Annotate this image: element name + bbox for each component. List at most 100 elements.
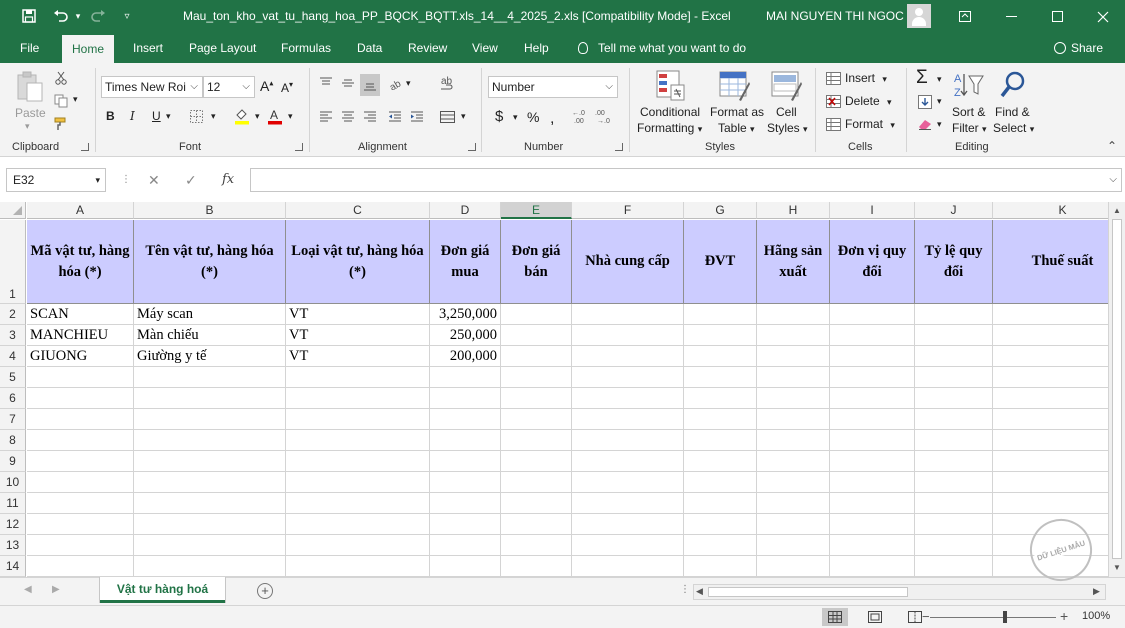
row-header-4[interactable]: 4 — [0, 346, 26, 367]
page-layout-view-icon[interactable] — [862, 608, 888, 626]
cell-b12[interactable] — [134, 514, 286, 535]
undo-dropdown-icon[interactable]: ▾ — [67, 6, 89, 26]
cell-a7[interactable] — [27, 409, 134, 430]
sort-filter-icon[interactable]: AZ — [952, 69, 986, 101]
cell-a8[interactable] — [27, 430, 134, 451]
header-cell-c[interactable]: Loại vật tư, hàng hóa (*) — [286, 220, 430, 304]
cell-d4[interactable]: 200,000 — [430, 346, 501, 367]
align-bottom-icon[interactable] — [360, 74, 380, 96]
cell-h7[interactable] — [757, 409, 830, 430]
cell-b3[interactable]: Màn chiếu — [134, 325, 286, 346]
cell-k11[interactable] — [993, 493, 1108, 514]
zoom-level[interactable]: 100% — [1082, 610, 1110, 622]
decrease-indent-icon[interactable] — [386, 108, 404, 126]
cell-b9[interactable] — [134, 451, 286, 472]
cell-f10[interactable] — [572, 472, 684, 493]
format-as-table-label-2[interactable]: Table ▾ — [718, 121, 755, 135]
cell-h4[interactable] — [757, 346, 830, 367]
cell-c10[interactable] — [286, 472, 430, 493]
find-select-label[interactable]: Find & — [995, 105, 1030, 119]
header-cell-d[interactable]: Đơn giá mua — [430, 220, 501, 304]
tab-review[interactable]: Review — [408, 33, 447, 63]
cell-f14[interactable] — [572, 556, 684, 577]
cell-c11[interactable] — [286, 493, 430, 514]
borders-dropdown-icon[interactable]: ▾ — [211, 111, 216, 122]
percent-style-button[interactable]: % — [527, 109, 539, 125]
cell-k5[interactable] — [993, 367, 1108, 388]
cell-i10[interactable] — [830, 472, 915, 493]
cell-i7[interactable] — [830, 409, 915, 430]
cell-g11[interactable] — [684, 493, 757, 514]
cell-h8[interactable] — [757, 430, 830, 451]
cell-c7[interactable] — [286, 409, 430, 430]
cell-f3[interactable] — [572, 325, 684, 346]
autosum-dropdown-icon[interactable]: ▾ — [937, 74, 942, 85]
cell-d12[interactable] — [430, 514, 501, 535]
conditional-formatting-icon[interactable] — [655, 69, 687, 103]
cell-h14[interactable] — [757, 556, 830, 577]
align-top-icon[interactable] — [317, 74, 335, 92]
cell-h9[interactable] — [757, 451, 830, 472]
header-cell-e[interactable]: Đơn giá bán — [501, 220, 572, 304]
next-sheet-icon[interactable]: ▶ — [52, 584, 60, 595]
maximize-icon[interactable] — [1034, 0, 1080, 33]
cell-c13[interactable] — [286, 535, 430, 556]
close-icon[interactable] — [1080, 0, 1125, 33]
formula-bar-grip-icon[interactable]: ⋮ — [121, 168, 131, 192]
cell-styles-label-2[interactable]: Styles ▾ — [767, 121, 808, 135]
cell-b10[interactable] — [134, 472, 286, 493]
font-size-select[interactable]: 12 ⌵ — [203, 76, 255, 98]
orientation-dropdown-icon[interactable]: ▾ — [406, 78, 411, 89]
number-launcher-icon[interactable] — [615, 143, 623, 151]
cell-k6[interactable] — [993, 388, 1108, 409]
number-format-select[interactable]: Number ⌵ — [488, 76, 618, 98]
ribbon-display-options-icon[interactable] — [942, 0, 988, 33]
column-header-d[interactable]: D — [430, 202, 501, 219]
currency-dropdown-icon[interactable]: ▾ — [513, 112, 518, 123]
align-right-icon[interactable] — [361, 108, 379, 126]
cell-i4[interactable] — [830, 346, 915, 367]
cell-a12[interactable] — [27, 514, 134, 535]
avatar[interactable] — [907, 4, 931, 28]
header-cell-f[interactable]: Nhà cung cấp — [572, 220, 684, 304]
cell-j14[interactable] — [915, 556, 993, 577]
select-all-button[interactable] — [0, 202, 26, 219]
font-launcher-icon[interactable] — [295, 143, 303, 151]
cell-f4[interactable] — [572, 346, 684, 367]
vertical-scrollbar[interactable]: ▲ ▼ — [1108, 202, 1125, 577]
header-cell-k[interactable]: Thuế suất — [993, 220, 1108, 304]
cell-a14[interactable] — [27, 556, 134, 577]
decrease-font-size-icon[interactable]: A▾ — [281, 80, 293, 95]
normal-view-icon[interactable] — [822, 608, 848, 626]
column-header-h[interactable]: H — [757, 202, 830, 219]
cell-i12[interactable] — [830, 514, 915, 535]
confirm-entry-icon[interactable]: ✓ — [185, 168, 197, 192]
font-color-icon[interactable]: A — [266, 107, 284, 125]
column-header-i[interactable]: I — [830, 202, 915, 219]
delete-cells-button[interactable]: Delete ▾ — [845, 94, 892, 108]
cell-styles-icon[interactable] — [770, 69, 804, 103]
cell-g7[interactable] — [684, 409, 757, 430]
orientation-icon[interactable]: ab — [386, 74, 406, 92]
align-left-icon[interactable] — [317, 108, 335, 126]
format-painter-icon[interactable] — [52, 115, 70, 133]
row-header-1[interactable]: 1 — [0, 220, 26, 304]
copy-icon[interactable] — [52, 92, 70, 110]
cell-j4[interactable] — [915, 346, 993, 367]
header-cell-j[interactable]: Tỷ lệ quy đổi — [915, 220, 993, 304]
cut-icon[interactable] — [52, 69, 70, 87]
cell-i2[interactable] — [830, 304, 915, 325]
increase-decimal-icon[interactable]: ←.0.00 — [571, 107, 591, 125]
paste-label[interactable]: Paste — [15, 106, 46, 120]
cell-f11[interactable] — [572, 493, 684, 514]
cell-j3[interactable] — [915, 325, 993, 346]
cell-a11[interactable] — [27, 493, 134, 514]
row-header-11[interactable]: 11 — [0, 493, 26, 514]
scroll-up-icon[interactable]: ▲ — [1113, 206, 1121, 215]
cell-k9[interactable] — [993, 451, 1108, 472]
cell-h11[interactable] — [757, 493, 830, 514]
cell-f12[interactable] — [572, 514, 684, 535]
tab-home[interactable]: Home — [62, 35, 115, 63]
cancel-entry-icon[interactable]: ✕ — [148, 168, 160, 192]
cell-e12[interactable] — [501, 514, 572, 535]
